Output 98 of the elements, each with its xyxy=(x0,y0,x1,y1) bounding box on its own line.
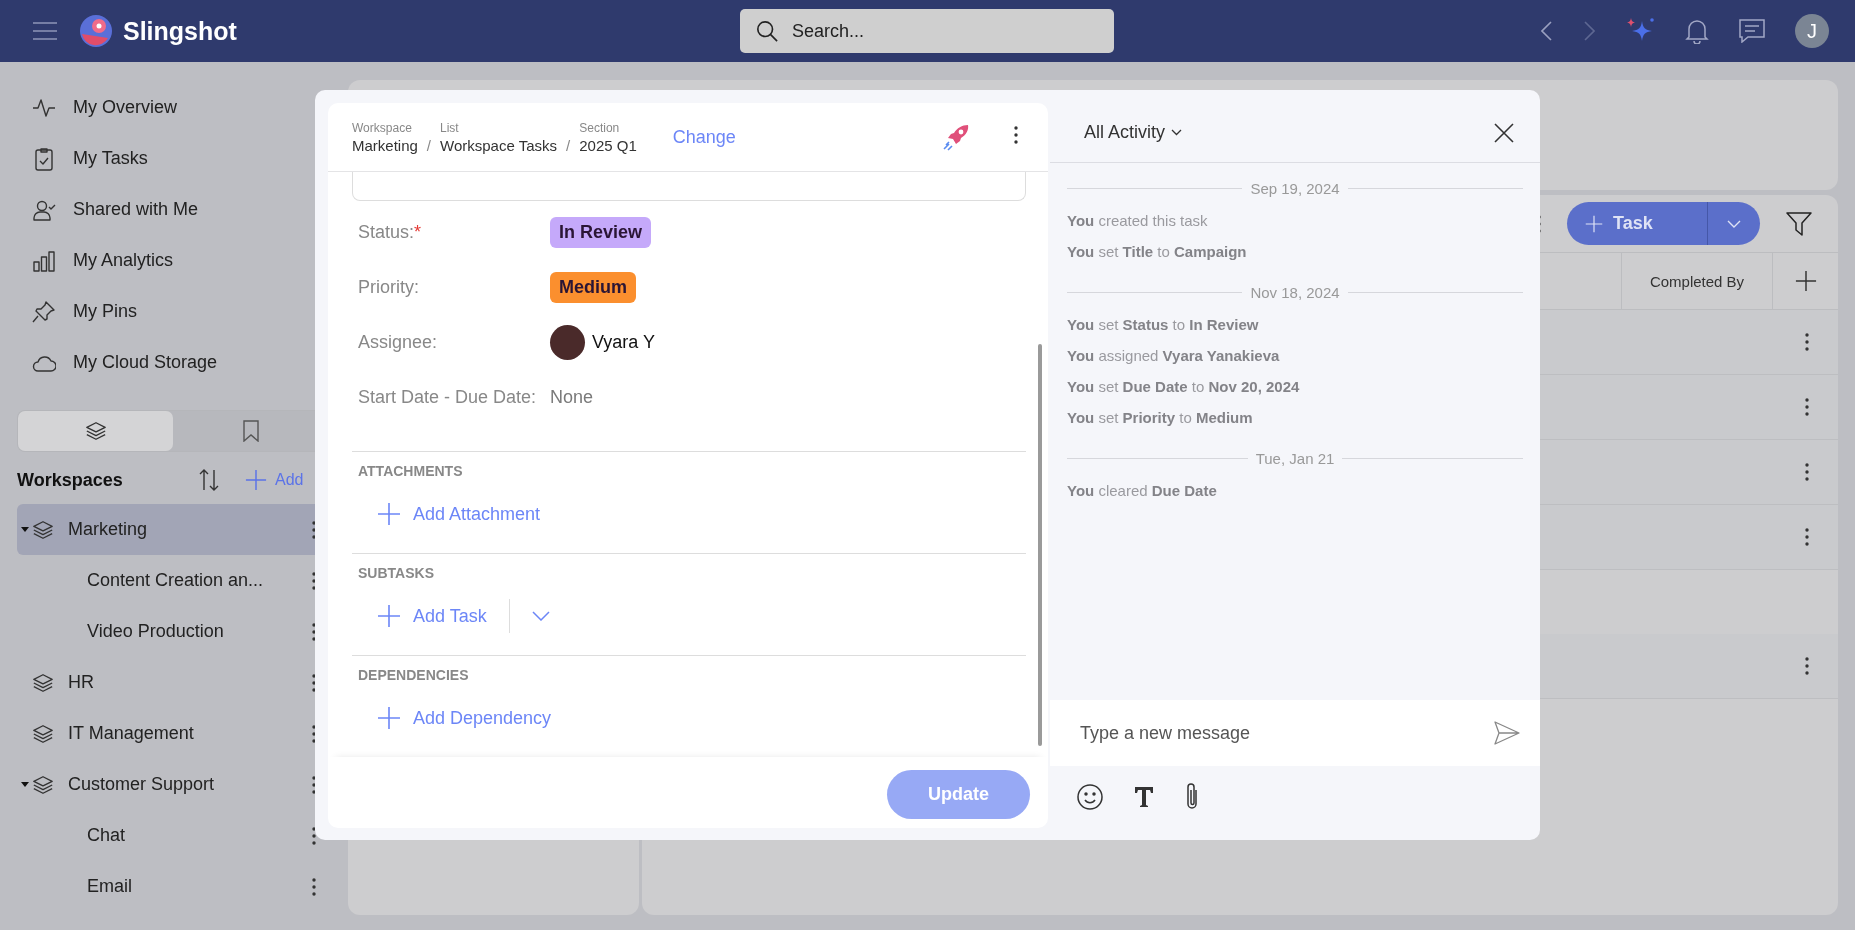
workspace-item[interactable]: IT Management xyxy=(17,708,330,759)
section-title: ATTACHMENTS xyxy=(357,463,464,479)
layers-icon xyxy=(84,420,107,442)
workspace-item[interactable]: Customer Support xyxy=(17,759,330,810)
section-title: SUBTASKS xyxy=(357,565,435,581)
attachment-icon[interactable] xyxy=(1184,782,1200,812)
emoji-icon[interactable] xyxy=(1076,783,1104,811)
date-divider: Tue, Jan 21 xyxy=(1255,449,1335,467)
date-divider: Sep 19, 2024 xyxy=(1250,179,1340,197)
user-avatar[interactable]: J xyxy=(1795,14,1829,48)
logo-icon xyxy=(79,14,113,48)
section-title: Workspaces xyxy=(17,469,124,491)
back-icon[interactable] xyxy=(1541,21,1553,41)
more-icon[interactable] xyxy=(312,826,316,845)
breadcrumb-link[interactable]: 2025 Q1 xyxy=(579,136,637,154)
activity-entry: You set Title to Campaign xyxy=(1067,242,1248,262)
add-column-icon[interactable] xyxy=(1794,270,1817,292)
more-icon[interactable] xyxy=(1805,333,1809,351)
layers-icon xyxy=(32,671,54,694)
search-field[interactable]: Search... xyxy=(740,9,1114,53)
chevron-down-icon xyxy=(1727,219,1741,228)
nav-item[interactable]: My Analytics xyxy=(17,235,330,286)
more-icon[interactable] xyxy=(1805,463,1809,481)
field-label: Start Date - Due Date: xyxy=(358,387,537,407)
more-icon[interactable] xyxy=(312,571,316,590)
more-icon[interactable] xyxy=(1805,657,1809,675)
activity-entry: You cleared Due Date xyxy=(1067,481,1218,501)
nav-item[interactable]: Shared with Me xyxy=(17,184,330,235)
activity-entry: You set Status to In Review xyxy=(1067,315,1260,335)
activity-entry: You assigned Vyara Yanakieva xyxy=(1067,346,1281,366)
date-divider: Nov 18, 2024 xyxy=(1250,283,1340,301)
nav-item[interactable]: My Tasks xyxy=(17,133,330,184)
more-icon[interactable] xyxy=(312,673,316,692)
breadcrumb-label: Workspace xyxy=(352,120,413,135)
plus-icon xyxy=(377,502,401,526)
menu-icon[interactable] xyxy=(33,22,57,40)
clipboard-check-icon xyxy=(32,146,56,171)
column-header[interactable]: Completed By xyxy=(1621,253,1772,309)
layers-icon xyxy=(32,722,54,745)
list-item[interactable]: Chat xyxy=(17,810,330,861)
more-icon[interactable] xyxy=(1805,528,1809,546)
avatar xyxy=(550,325,585,360)
bookmark-icon xyxy=(242,420,259,442)
send-icon[interactable] xyxy=(1494,721,1520,745)
assignee-name[interactable]: Vyara Y xyxy=(592,332,656,353)
activity-entry: You set Priority to Medium xyxy=(1067,408,1254,428)
text-format-icon[interactable] xyxy=(1134,786,1154,808)
rocket-icon[interactable] xyxy=(942,123,970,151)
nav-item[interactable]: My Cloud Storage xyxy=(17,337,330,388)
more-icon[interactable] xyxy=(1014,126,1018,144)
message-field[interactable]: Type a new message xyxy=(1050,700,1540,766)
activity-entry: You set Due Date to Nov 20, 2024 xyxy=(1067,377,1301,397)
chevron-down-icon[interactable] xyxy=(531,611,550,621)
app-name: Slingshot xyxy=(123,16,237,46)
bell-icon[interactable] xyxy=(1685,18,1709,44)
layers-icon xyxy=(32,518,54,541)
breadcrumb-label: List xyxy=(440,120,460,135)
chevron-down-icon xyxy=(1171,129,1183,136)
list-item[interactable]: Content Creation an... xyxy=(17,555,330,606)
more-icon[interactable] xyxy=(312,724,316,743)
breadcrumb-label: Section xyxy=(579,120,621,135)
field-label: Priority: xyxy=(358,277,419,297)
plus-icon xyxy=(377,604,401,628)
breadcrumb-separator: / xyxy=(426,136,432,154)
list-item[interactable]: Email xyxy=(17,861,330,912)
bar-chart-icon xyxy=(32,248,56,273)
nav-item[interactable]: My Overview xyxy=(17,82,330,133)
chat-icon[interactable] xyxy=(1739,19,1765,43)
caret-icon[interactable] xyxy=(21,527,29,532)
more-icon[interactable] xyxy=(312,775,316,794)
more-icon[interactable] xyxy=(312,877,316,896)
pin-icon xyxy=(32,299,56,324)
close-icon[interactable] xyxy=(1494,122,1514,143)
workspace-item[interactable]: HR xyxy=(17,657,330,708)
plus-icon xyxy=(245,469,267,491)
required-mark: * xyxy=(414,222,422,242)
breadcrumb-link[interactable]: Workspace Tasks xyxy=(440,136,558,154)
plus-icon xyxy=(377,706,401,730)
list-item[interactable]: Video Production xyxy=(17,606,330,657)
more-icon[interactable] xyxy=(1805,398,1809,416)
more-icon[interactable] xyxy=(312,520,316,539)
tag[interactable]: Medium xyxy=(550,272,636,303)
nav-item[interactable]: My Pins xyxy=(17,286,330,337)
more-icon[interactable] xyxy=(312,622,316,641)
layers-icon xyxy=(32,773,54,796)
field-label: Status: xyxy=(358,222,415,242)
plus-icon xyxy=(1585,214,1603,233)
field-value[interactable]: None xyxy=(550,387,594,408)
filter-icon[interactable] xyxy=(1786,211,1812,236)
sort-icon[interactable] xyxy=(197,468,221,492)
breadcrumb-link[interactable]: Marketing xyxy=(352,136,418,154)
field-label: Assignee: xyxy=(358,332,438,352)
section-title: DEPENDENCIES xyxy=(357,667,470,683)
caret-icon[interactable] xyxy=(21,782,29,787)
activity-entry: You created this task xyxy=(1067,211,1209,231)
breadcrumb-separator: / xyxy=(566,136,571,154)
tag[interactable]: In Review xyxy=(550,217,652,248)
activity-filter-dropdown[interactable]: All Activity xyxy=(1084,122,1183,143)
